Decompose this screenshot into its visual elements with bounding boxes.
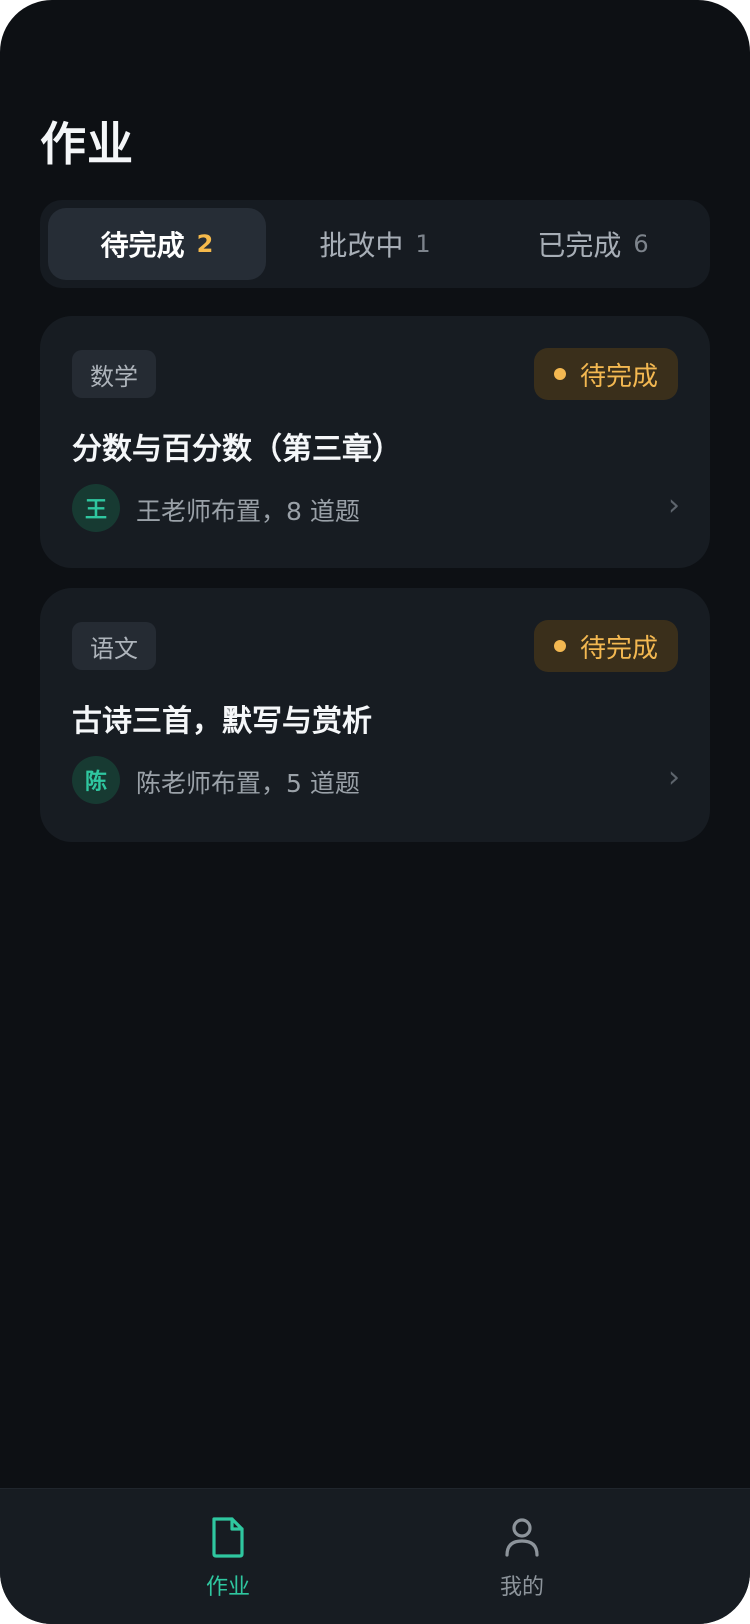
document-icon bbox=[208, 1515, 248, 1559]
assignment-meta: 王老师布置，8 道题 bbox=[136, 497, 360, 526]
assignment-meta: 陈老师布置，5 道题 bbox=[136, 769, 360, 798]
tab-label: 批改中 bbox=[319, 229, 404, 262]
assignment-title: 古诗三首，默写与赏析 bbox=[72, 704, 372, 739]
nav-label: 我的 bbox=[499, 1575, 544, 1600]
user-icon bbox=[502, 1515, 542, 1559]
assignment-card[interactable]: 数学 待完成 分数与百分数（第三章） 王 王老师布置，8 道题 › bbox=[40, 316, 710, 568]
tab-label: 已完成 bbox=[537, 229, 622, 262]
status-dot-icon bbox=[553, 368, 566, 380]
assignment-title: 分数与百分数（第三章） bbox=[72, 432, 402, 467]
chevron-right-icon: › bbox=[668, 488, 680, 523]
tab-count-badge: 6 bbox=[633, 230, 649, 258]
tab-completed[interactable]: 已完成 6 bbox=[484, 208, 702, 280]
status-label: 待完成 bbox=[579, 633, 658, 664]
status-badge: 待完成 bbox=[533, 348, 678, 400]
status-dot-icon bbox=[553, 640, 566, 652]
teacher-avatar: 王 bbox=[72, 484, 120, 532]
subject-tag: 数学 bbox=[72, 350, 156, 398]
nav-item-homework[interactable]: 作业 bbox=[158, 1515, 298, 1601]
nav-label: 作业 bbox=[205, 1575, 250, 1600]
tab-count-badge: 2 bbox=[196, 230, 214, 258]
page-title: 作业 bbox=[40, 117, 134, 171]
subject-tag: 语文 bbox=[72, 622, 156, 670]
tab-pending[interactable]: 待完成 2 bbox=[48, 208, 266, 280]
assignment-card[interactable]: 语文 待完成 古诗三首，默写与赏析 陈 陈老师布置，5 道题 › bbox=[40, 588, 710, 842]
chevron-right-icon: › bbox=[668, 760, 680, 795]
nav-item-mine[interactable]: 我的 bbox=[452, 1515, 592, 1601]
status-label: 待完成 bbox=[579, 361, 658, 392]
teacher-avatar: 陈 bbox=[72, 756, 120, 804]
status-badge: 待完成 bbox=[533, 620, 678, 672]
tab-count-badge: 1 bbox=[415, 230, 431, 258]
status-tabs: 待完成 2 批改中 1 已完成 6 bbox=[40, 200, 710, 288]
tab-grading[interactable]: 批改中 1 bbox=[266, 208, 484, 280]
bottom-nav: 作业 我的 bbox=[0, 1488, 750, 1624]
app-screen: 作业 待完成 2 批改中 1 已完成 6 数学 待完成 分数与百分数（第三章） … bbox=[0, 0, 750, 1624]
tab-label: 待完成 bbox=[100, 229, 185, 262]
